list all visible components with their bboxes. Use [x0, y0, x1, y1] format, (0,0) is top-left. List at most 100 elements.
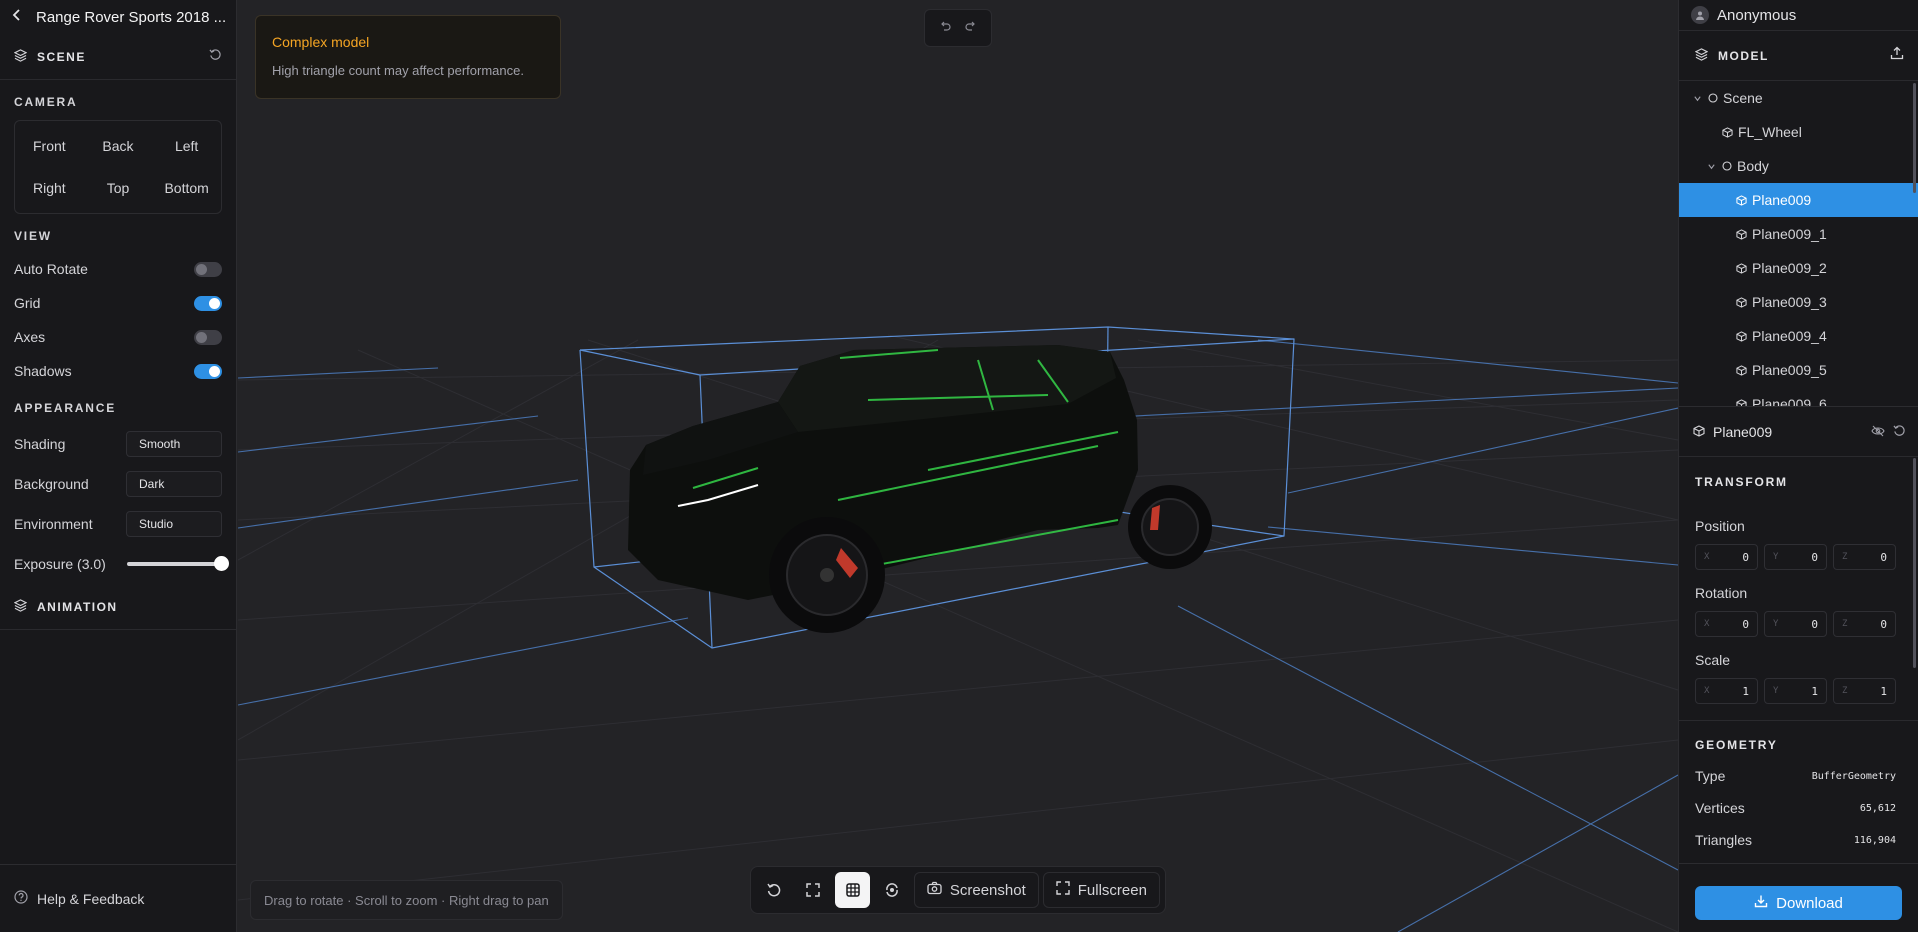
- tree-node[interactable]: Scene: [1679, 81, 1918, 115]
- animation-section-header[interactable]: ANIMATION: [0, 584, 236, 630]
- reset-transform-icon[interactable]: [1893, 424, 1906, 440]
- triangles-label: Triangles: [1695, 832, 1753, 848]
- shadows-label: Shadows: [14, 363, 72, 379]
- mesh-icon: [1736, 228, 1747, 240]
- scene-header-label: SCENE: [37, 49, 86, 64]
- scale-z-field[interactable]: Z1: [1833, 678, 1896, 704]
- rotation-label: Rotation: [1695, 585, 1748, 601]
- car-model[interactable]: [628, 345, 1212, 633]
- tree-node[interactable]: Plane009_5: [1679, 353, 1918, 387]
- download-button[interactable]: Download: [1695, 886, 1902, 920]
- title-bar: Range Rover Sports 2018 ...: [0, 0, 236, 34]
- 3d-viewport[interactable]: Complex model High triangle count may af…: [238, 0, 1678, 932]
- selected-object-header: Plane009: [1679, 407, 1918, 457]
- help-icon: [14, 890, 28, 907]
- chevron-down-icon[interactable]: [1707, 162, 1717, 171]
- rotation-z-field[interactable]: Z0: [1833, 611, 1896, 637]
- environment-select[interactable]: Studio: [126, 511, 222, 537]
- view-heading: VIEW: [14, 229, 52, 243]
- grid-view-icon[interactable]: [834, 872, 871, 908]
- rotation-y-field[interactable]: Y0: [1764, 611, 1827, 637]
- position-y-field[interactable]: Y0: [1764, 544, 1827, 570]
- fullscreen-button[interactable]: Fullscreen: [1042, 872, 1160, 908]
- tree-node[interactable]: Plane009_1: [1679, 217, 1918, 251]
- shadows-toggle[interactable]: [194, 363, 222, 379]
- camera-presets: Front Back Left Right Top Bottom: [14, 120, 222, 214]
- download-label: Download: [1776, 894, 1843, 912]
- tree-node-label: Plane009_3: [1752, 294, 1827, 310]
- grid-row: Grid: [0, 286, 236, 320]
- camera-left-button[interactable]: Left: [152, 125, 221, 167]
- exposure-slider-knob[interactable]: [214, 556, 229, 571]
- camera-icon: [927, 881, 942, 899]
- tree-node[interactable]: Plane009: [1679, 183, 1918, 217]
- chevron-down-icon[interactable]: [1693, 94, 1703, 103]
- layers-icon: [1694, 47, 1709, 64]
- grid-toggle[interactable]: [194, 295, 222, 311]
- position-x-field[interactable]: X0: [1695, 544, 1758, 570]
- warning-text: High triangle count may affect performan…: [272, 63, 524, 78]
- axes-row: Axes: [0, 320, 236, 354]
- tree-node[interactable]: Plane009_3: [1679, 285, 1918, 319]
- tree-node[interactable]: Plane009_2: [1679, 251, 1918, 285]
- scene-tree[interactable]: Scene FL_Wheel Body Plane009 Plane009_1 Plane…: [1679, 81, 1918, 407]
- geometry-type-label: Type: [1695, 768, 1726, 784]
- download-icon: [1754, 894, 1768, 912]
- tree-node-label: FL_Wheel: [1738, 124, 1802, 140]
- scale-y-field[interactable]: Y1: [1764, 678, 1827, 704]
- help-feedback-link[interactable]: Help & Feedback: [0, 864, 236, 932]
- viewport-toolbar: Screenshot Fullscreen: [750, 866, 1166, 914]
- camera-top-button[interactable]: Top: [84, 167, 153, 209]
- redo-icon[interactable]: [965, 19, 977, 37]
- layers-icon: [13, 598, 28, 615]
- background-label: Background: [14, 476, 89, 492]
- vertices-label: Vertices: [1695, 800, 1745, 816]
- back-icon[interactable]: [12, 8, 22, 27]
- background-row: Background Dark: [0, 464, 236, 504]
- tree-scrollbar[interactable]: [1913, 83, 1916, 193]
- reset-icon[interactable]: [209, 48, 222, 66]
- axes-toggle[interactable]: [194, 329, 222, 345]
- shading-row: Shading Smooth: [0, 424, 236, 464]
- rotation-x-field[interactable]: X0: [1695, 611, 1758, 637]
- mesh-icon: [1736, 296, 1747, 308]
- warning-title: Complex model: [272, 34, 370, 50]
- orbit-icon[interactable]: [874, 872, 909, 908]
- complex-model-warning: Complex model High triangle count may af…: [255, 15, 561, 99]
- camera-right-button[interactable]: Right: [15, 167, 84, 209]
- shading-select[interactable]: Smooth: [126, 431, 222, 457]
- fullscreen-label: Fullscreen: [1077, 881, 1147, 899]
- background-select[interactable]: Dark: [126, 471, 222, 497]
- grid-label: Grid: [14, 295, 41, 311]
- camera-front-button[interactable]: Front: [15, 125, 84, 167]
- camera-bottom-button[interactable]: Bottom: [152, 167, 221, 209]
- tree-node[interactable]: Plane009_6: [1679, 387, 1918, 406]
- exposure-slider[interactable]: [127, 556, 229, 571]
- tree-node[interactable]: FL_Wheel: [1679, 115, 1918, 149]
- upload-icon[interactable]: [1890, 46, 1904, 65]
- auto-rotate-row: Auto Rotate: [0, 252, 236, 286]
- tree-node-label: Plane009: [1752, 192, 1812, 208]
- user-menu[interactable]: Anonymous: [1679, 0, 1918, 31]
- tree-node[interactable]: Body: [1679, 149, 1918, 183]
- position-z-field[interactable]: Z0: [1833, 544, 1896, 570]
- geometry-type-value: BufferGeometry: [1811, 770, 1896, 782]
- scene-section-header: SCENE: [0, 34, 236, 80]
- navigation-hint: Drag to rotate · Scroll to zoom · Right …: [250, 880, 563, 920]
- camera-back-button[interactable]: Back: [84, 125, 153, 167]
- rotation-fields: X0 Y0 Z0: [1679, 611, 1918, 637]
- undo-icon[interactable]: [939, 19, 951, 37]
- scale-x-field[interactable]: X1: [1695, 678, 1758, 704]
- reset-view-icon[interactable]: [756, 872, 791, 908]
- properties-scrollbar[interactable]: [1913, 458, 1916, 668]
- mesh-icon: [1722, 126, 1733, 138]
- fit-view-icon[interactable]: [795, 872, 830, 908]
- scene-sidebar: Range Rover Sports 2018 ... SCENE CAMERA…: [0, 0, 237, 932]
- screenshot-button[interactable]: Screenshot: [913, 872, 1039, 908]
- scene-canvas[interactable]: [238, 0, 1678, 932]
- tree-node[interactable]: Plane009_4: [1679, 319, 1918, 353]
- mesh-icon: [1736, 364, 1747, 376]
- vertices-row: Vertices 65,612: [1679, 792, 1918, 824]
- hide-icon[interactable]: [1871, 424, 1885, 440]
- auto-rotate-toggle[interactable]: [194, 261, 222, 277]
